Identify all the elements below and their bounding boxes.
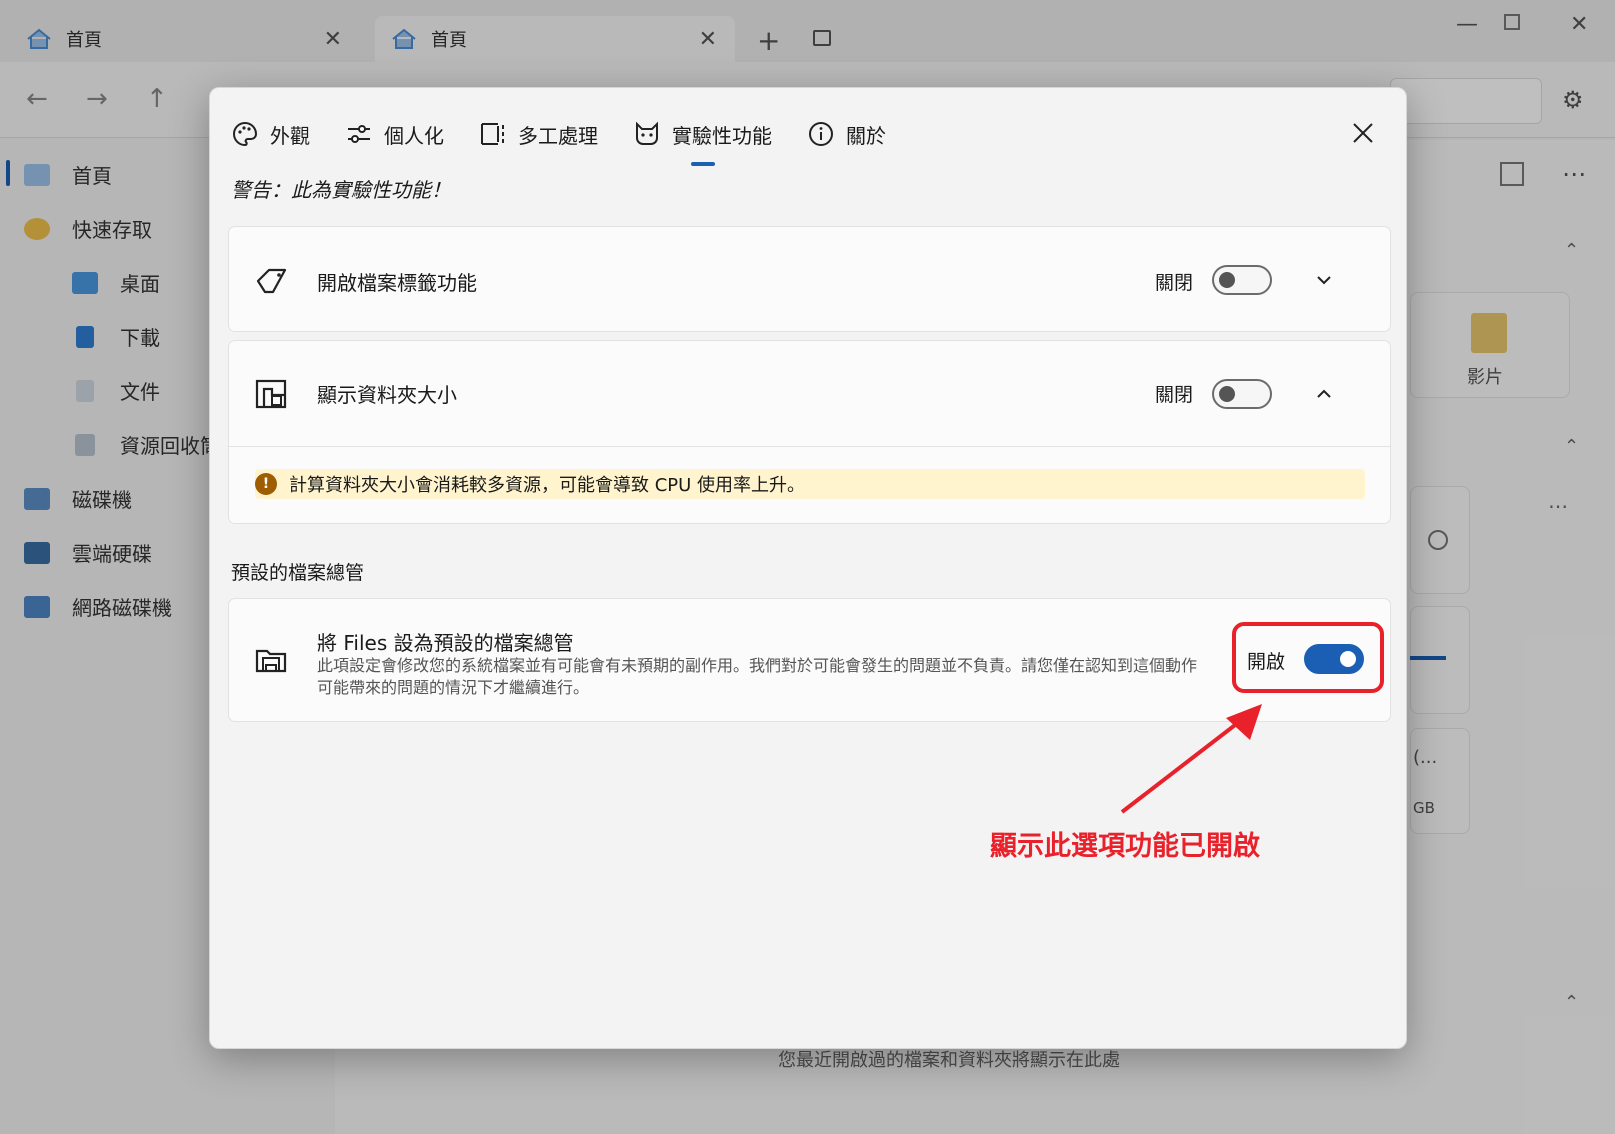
tab-label: 關於 (846, 123, 886, 148)
warning-icon: ! (255, 473, 277, 495)
setting-row[interactable]: 顯示資料夾大小 關閉 (229, 341, 1390, 447)
annotation-label: 顯示此選項功能已開啟 (990, 831, 1260, 862)
experimental-warning: 警告：此為實驗性功能！ (231, 178, 451, 202)
setting-label: 將 Files 設為預設的檔案總管 (317, 631, 574, 655)
setting-row[interactable]: 開啟檔案標籤功能 關閉 (229, 227, 1390, 335)
setting-folder-sizes: 顯示資料夾大小 關閉 ! 計算資料夾大小會消耗較多資源，可能會導致 CPU 使用… (228, 340, 1391, 524)
flask-cat-icon (636, 121, 658, 145)
setting-description: 此項設定會修改您的系統檔案並有可能會有未預期的副作用。我們對於可能會發生的問題並… (317, 656, 1198, 697)
settings-dialog: 外觀 個人化 多工處理 實驗性功能 關於 警告：此為實驗性功能！ 開啟檔案標籤功… (209, 87, 1407, 1049)
chevron-down-icon (1317, 276, 1331, 285)
sliders-icon (348, 125, 370, 143)
tab-personalization[interactable]: 個人化 (346, 112, 444, 156)
tab-label: 實驗性功能 (672, 123, 772, 148)
expand-button[interactable] (1311, 267, 1337, 293)
tag-icon (256, 268, 287, 294)
collapse-button[interactable] (1311, 381, 1337, 407)
tab-label: 個人化 (384, 123, 444, 148)
close-icon (1353, 123, 1373, 143)
toggle-knob (1219, 386, 1235, 402)
folder-size-info-bar: ! 計算資料夾大小會消耗較多資源，可能會導致 CPU 使用率上升。 (255, 469, 1365, 499)
tab-experimental[interactable]: 實驗性功能 (634, 112, 772, 166)
tab-label: 外觀 (270, 123, 310, 148)
settings-nav: 外觀 個人化 多工處理 實驗性功能 關於 (232, 112, 922, 166)
annotation-arrow-icon (1120, 704, 1262, 814)
info-icon (809, 122, 833, 146)
annotation-highlight-box (1232, 622, 1384, 693)
setting-file-tags: 開啟檔案標籤功能 關閉 (228, 226, 1391, 332)
info-text: 計算資料夾大小會消耗較多資源，可能會導致 CPU 使用率上升。 (289, 475, 806, 496)
close-dialog-button[interactable] (1348, 118, 1378, 148)
setting-label: 開啟檔案標籤功能 (317, 270, 477, 295)
folder-size-icon (255, 379, 287, 409)
multitask-icon (481, 123, 504, 145)
tab-about[interactable]: 關於 (808, 112, 886, 156)
toggle-state-label: 關閉 (1155, 271, 1194, 294)
chevron-up-icon (1317, 389, 1331, 398)
file-explorer-icon (255, 649, 287, 673)
tab-multitasking[interactable]: 多工處理 (480, 112, 598, 156)
toggle-knob (1219, 272, 1235, 288)
tab-label: 多工處理 (518, 123, 598, 148)
section-title: 預設的檔案總管 (231, 562, 365, 584)
palette-icon (233, 121, 258, 147)
toggle-state-label: 關閉 (1155, 384, 1194, 406)
tab-appearance[interactable]: 外觀 (232, 112, 310, 156)
folder-sizes-toggle[interactable] (1212, 379, 1272, 409)
file-tags-toggle[interactable] (1212, 265, 1272, 295)
setting-label: 顯示資料夾大小 (317, 383, 457, 407)
